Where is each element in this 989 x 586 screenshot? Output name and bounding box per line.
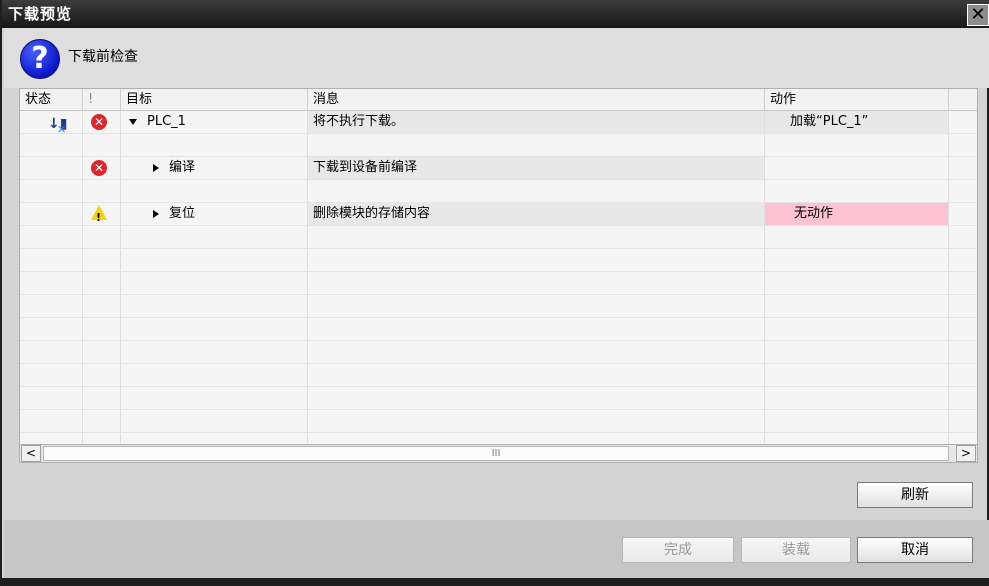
- dialog-header: ? 下载前检查: [4, 28, 989, 88]
- window-bottom-edge: [0, 578, 989, 586]
- col-flag[interactable]: !: [83, 89, 121, 110]
- scroll-left-button[interactable]: <: [21, 445, 41, 462]
- col-message[interactable]: 消息: [308, 89, 765, 110]
- table-row-empty: [20, 318, 977, 341]
- table-row-empty: [20, 249, 977, 272]
- horizontal-scrollbar[interactable]: < III >: [19, 444, 978, 463]
- download-preview-dialog: 下载预览 ✕ ? 下载前检查 状态 ! 目标 消息 动作 ↓▮ ✕ ✕ PLC_…: [0, 0, 989, 586]
- finish-button[interactable]: 完成: [622, 537, 734, 563]
- table-row-empty: [20, 387, 977, 410]
- action-select[interactable]: 无动作: [765, 203, 949, 225]
- col-extra: [949, 89, 977, 110]
- target-cell[interactable]: 复位: [121, 203, 308, 225]
- table-row[interactable]: ✕ 编译 下载到设备前编译: [20, 157, 977, 180]
- table-row-empty: [20, 341, 977, 364]
- message-cell: 删除模块的存储内容: [308, 203, 765, 225]
- load-button[interactable]: 装载: [741, 537, 851, 563]
- refresh-button[interactable]: 刷新: [857, 482, 973, 508]
- collapse-arrow-icon[interactable]: [129, 118, 137, 125]
- action-cell: [765, 157, 949, 179]
- table-header: 状态 ! 目标 消息 动作: [20, 89, 977, 111]
- target-label: 编译: [169, 160, 196, 175]
- check-table: 状态 ! 目标 消息 动作 ↓▮ ✕ ✕ PLC_1 将不执行下载。 加载“PL…: [19, 88, 978, 445]
- table-row-empty: [20, 134, 977, 157]
- flag-cell: !: [83, 203, 121, 225]
- table-row-empty: [20, 180, 977, 203]
- table-row-empty: [20, 410, 977, 433]
- target-label: 复位: [169, 206, 196, 221]
- message-cell: 下载到设备前编译: [308, 157, 765, 179]
- question-icon: ?: [20, 39, 60, 79]
- col-status[interactable]: 状态: [20, 89, 83, 110]
- table-row[interactable]: ! 复位 删除模块的存储内容 无动作: [20, 203, 977, 226]
- expand-arrow-icon[interactable]: [153, 163, 159, 172]
- target-cell[interactable]: PLC_1: [121, 111, 308, 133]
- col-target[interactable]: 目标: [121, 89, 308, 110]
- scroll-right-button[interactable]: >: [956, 445, 976, 462]
- title-bar[interactable]: 下载预览 ✕: [2, 0, 989, 28]
- scroll-thumb[interactable]: III: [43, 446, 949, 461]
- error-icon: ✕: [91, 114, 107, 130]
- window-title: 下载预览: [8, 5, 73, 23]
- cancel-button[interactable]: 取消: [857, 537, 973, 563]
- action-select[interactable]: 加载“PLC_1”: [765, 111, 949, 133]
- status-cell: ↓▮ ✕: [20, 111, 83, 136]
- target-cell[interactable]: 编译: [121, 157, 308, 179]
- flag-cell: ✕: [83, 157, 121, 179]
- flag-cell: ✕: [83, 111, 121, 133]
- table-row-empty: [20, 364, 977, 387]
- table-row-empty: [20, 226, 977, 249]
- error-icon: ✕: [91, 160, 107, 176]
- expand-arrow-icon[interactable]: [153, 209, 159, 218]
- table-row-empty: [20, 272, 977, 295]
- target-label: PLC_1: [147, 114, 186, 129]
- table-row-empty: [20, 295, 977, 318]
- message-cell: 将不执行下载。: [308, 111, 765, 133]
- close-button[interactable]: ✕: [967, 4, 989, 26]
- table-row[interactable]: ↓▮ ✕ ✕ PLC_1 将不执行下载。 加载“PLC_1”: [20, 111, 977, 136]
- col-action[interactable]: 动作: [765, 89, 949, 110]
- header-text: 下载前检查: [68, 49, 138, 65]
